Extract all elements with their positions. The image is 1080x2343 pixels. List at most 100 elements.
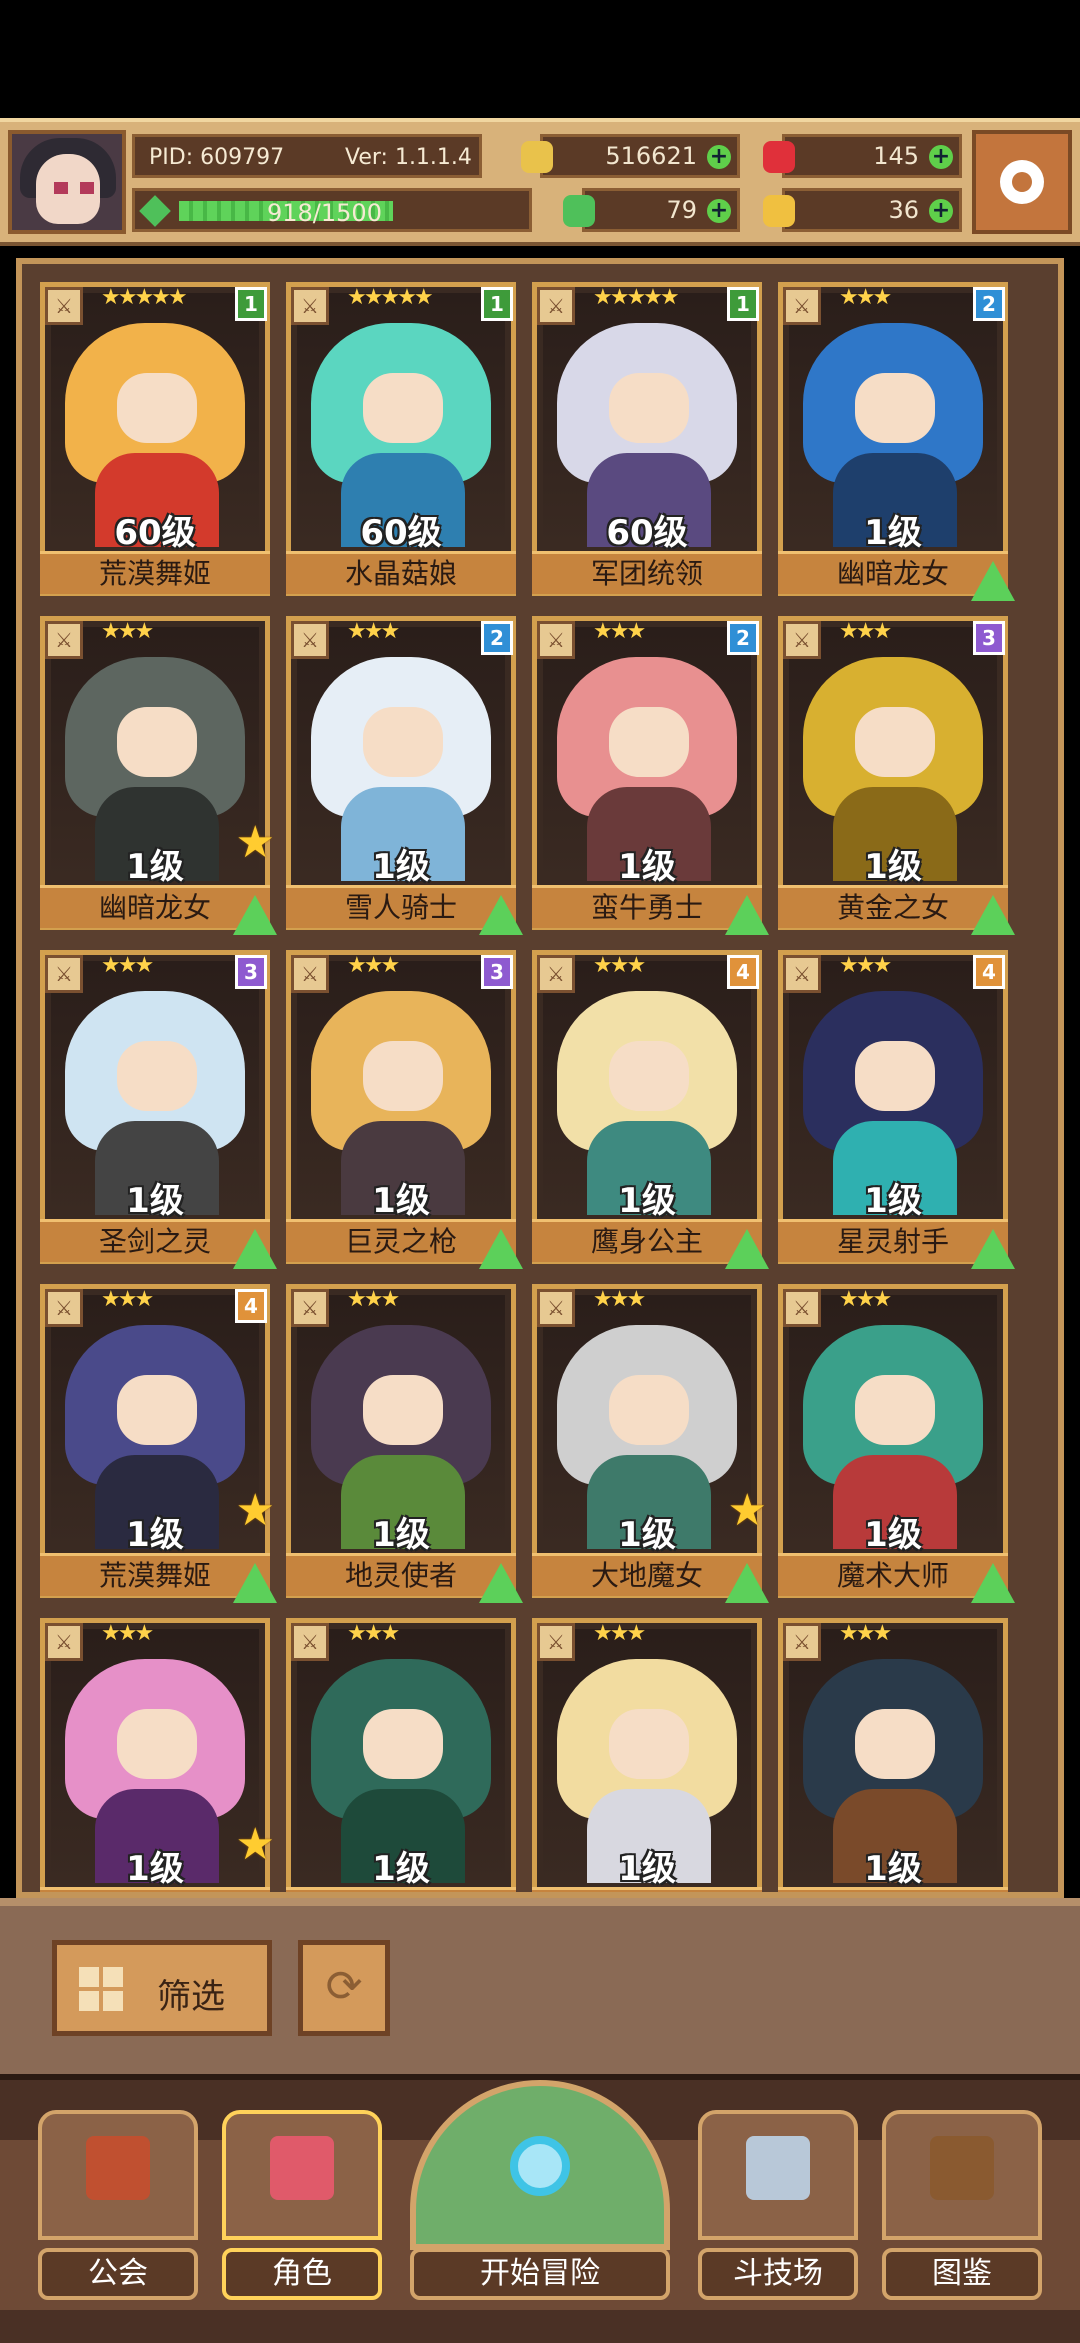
character-card[interactable]: ⚔ ★★★ 3 1级 巨灵之枪 [286, 950, 523, 1269]
character-card[interactable]: ⚔ ★★★ 3 1级 圣剑之灵 [40, 950, 277, 1269]
character-card[interactable]: ⚔ ★★★★★ 1 60级 军团统领 [532, 282, 762, 596]
star-rating: ★★★ [347, 953, 400, 978]
character-name: 水晶菇娘 [40, 1887, 270, 1892]
star-rating: ★★★ [101, 619, 154, 644]
add-gold-button[interactable]: + [707, 145, 731, 169]
character-card[interactable]: ⚔ ★★★ 2 1级 蛮牛勇士 [532, 616, 769, 935]
character-level: 1级 [864, 1515, 922, 1555]
nav-adventure-label: 开始冒险 [410, 2248, 670, 2300]
settings-button[interactable] [972, 130, 1072, 234]
upgrade-arrow-icon [725, 1229, 769, 1269]
star-rating: ★★★ [839, 1287, 892, 1312]
nav-guild[interactable]: 公会 [38, 2110, 198, 2300]
character-level: 1级 [126, 1849, 184, 1889]
character-name: 天羽贤者 [532, 1887, 762, 1892]
crossed-swords-icon [746, 2136, 810, 2200]
character-card[interactable]: ⚔ ★★★ 4 1级 鹰身公主 [532, 950, 769, 1269]
equip-icon: ⚔ [45, 1623, 83, 1661]
character-card[interactable]: ⚔ ★★★ 3 1级 黄金之女 [778, 616, 1015, 935]
nav-arena[interactable]: 斗技场 [698, 2110, 858, 2300]
nav-character[interactable]: 角色 [222, 2110, 382, 2300]
character-card[interactable]: ⚔ ★★★ 4 1级 星灵射手 [778, 950, 1015, 1269]
star-rating: ★★★★★ [101, 285, 188, 310]
character-card[interactable]: ⚔ ★★★ 2 1级 幽暗龙女 [778, 282, 1015, 601]
character-level: 1级 [618, 1849, 676, 1889]
equip-icon: ⚔ [537, 1289, 575, 1327]
star-rating: ★★★ [839, 953, 892, 978]
nav-codex[interactable]: 图鉴 [882, 2110, 1042, 2300]
magnifier-map-icon [510, 2136, 570, 2196]
upgrade-arrow-icon [725, 895, 769, 935]
upgrade-arrow-icon [479, 1229, 523, 1269]
character-card[interactable]: ⚔ ★★★ 2 1级 雪人骑士 [286, 616, 523, 935]
character-card[interactable]: ⚔ ★★★★★ 1 60级 荒漠舞姬 [40, 282, 270, 596]
character-grid: ⚔ ★★★★★ 1 60级 荒漠舞姬 ⚔ ★★★★★ 1 60级 水晶菇娘 ⚔ ★★★★★ 1 60级 军团… [16, 258, 1064, 1898]
gold-coin-icon [521, 141, 553, 173]
character-level: 60级 [606, 513, 688, 553]
equip-icon: ⚔ [45, 955, 83, 993]
filter-button[interactable]: 筛选 [52, 1940, 272, 2036]
nav-arena-label: 斗技场 [698, 2248, 858, 2300]
character-level: 1级 [864, 1849, 922, 1889]
add-red-gem-button[interactable]: + [929, 145, 953, 169]
star-rating: ★★★ [593, 1287, 646, 1312]
character-card[interactable]: ⚔ ★★★ 4 1级 荒漠舞姬 ★ [40, 1284, 277, 1603]
resource-green-gem: 79 + [563, 188, 740, 232]
character-level: 1级 [372, 1849, 430, 1889]
character-card[interactable]: ⚔ ★★★ 1级 大地魔女 ★ [532, 1284, 769, 1603]
star-rating: ★★★ [347, 1287, 400, 1312]
star-rating: ★★★★★ [347, 285, 434, 310]
green-gem-icon [563, 195, 595, 227]
character-icon [270, 2136, 334, 2200]
equip-icon: ⚔ [537, 955, 575, 993]
character-card[interactable]: ⚔ ★★★ 1级 地灵使者 [286, 1284, 523, 1603]
character-card[interactable]: ⚔ ★★★ 1级星界邪神 [286, 1618, 516, 1892]
character-name: 星界旅人 [778, 1887, 1008, 1892]
character-card[interactable]: ⚔ ★★★ 1级天羽贤者 [532, 1618, 762, 1892]
character-card[interactable]: ⚔ ★★★ 1级 魔术大师 [778, 1284, 1015, 1603]
character-card[interactable]: ⚔ ★★★ 1级星界旅人 [778, 1618, 1008, 1892]
player-info-bar: PID: 609797 Ver: 1.1.1.4 [132, 134, 482, 178]
equip-icon: ⚔ [291, 621, 329, 659]
star-rating: ★★★ [593, 953, 646, 978]
equip-icon: ⚔ [45, 1289, 83, 1327]
character-level: 1级 [864, 1181, 922, 1221]
character-level: 1级 [126, 1181, 184, 1221]
refresh-button[interactable]: ⟳ [298, 1940, 390, 2036]
star-rating: ★★★ [839, 285, 892, 310]
version-label: Ver: 1.1.1.4 [345, 145, 472, 170]
rank-badge: 2 [727, 621, 759, 655]
favorite-star-icon: ★ [235, 817, 275, 868]
rank-badge: 3 [235, 955, 267, 989]
resource-value: 516621 [605, 142, 697, 170]
equip-icon: ⚔ [783, 621, 821, 659]
rank-badge: 3 [973, 621, 1005, 655]
upgrade-arrow-icon [479, 1563, 523, 1603]
character-level: 1级 [372, 1515, 430, 1555]
equip-icon: ⚔ [537, 1623, 575, 1661]
book-icon [930, 2136, 994, 2200]
character-level: 1级 [618, 1515, 676, 1555]
xp-bar: 918/1500 [132, 188, 532, 232]
upgrade-arrow-icon [233, 1563, 277, 1603]
star-rating: ★★★★★ [593, 285, 680, 310]
add-food-button[interactable]: + [929, 199, 953, 223]
equip-icon: ⚔ [783, 1623, 821, 1661]
resource-red-gem: 145 + [763, 134, 962, 178]
resource-value: 79 [666, 196, 697, 224]
player-id: PID: 609797 [149, 145, 285, 170]
filter-bar: 筛选 ⟳ [0, 1898, 1080, 2082]
favorite-star-icon: ★ [235, 1485, 275, 1536]
upgrade-arrow-icon [725, 1563, 769, 1603]
character-card[interactable]: ⚔ ★★★ 1级水晶菇娘 ★ [40, 1618, 275, 1892]
nav-start-adventure[interactable]: 开始冒险 [410, 2080, 670, 2300]
character-level: 1级 [618, 847, 676, 887]
player-avatar[interactable] [8, 130, 126, 234]
equip-icon: ⚔ [291, 287, 329, 325]
upgrade-arrow-icon [971, 1563, 1015, 1603]
character-card[interactable]: ⚔ ★★★★★ 1 60级 水晶菇娘 [286, 282, 516, 596]
character-card[interactable]: ⚔ ★★★ 1级 幽暗龙女 ★ [40, 616, 277, 935]
character-level: 1级 [372, 847, 430, 887]
add-green-gem-button[interactable]: + [707, 199, 731, 223]
top-hud: PID: 609797 Ver: 1.1.1.4 918/1500 516621… [0, 118, 1080, 246]
